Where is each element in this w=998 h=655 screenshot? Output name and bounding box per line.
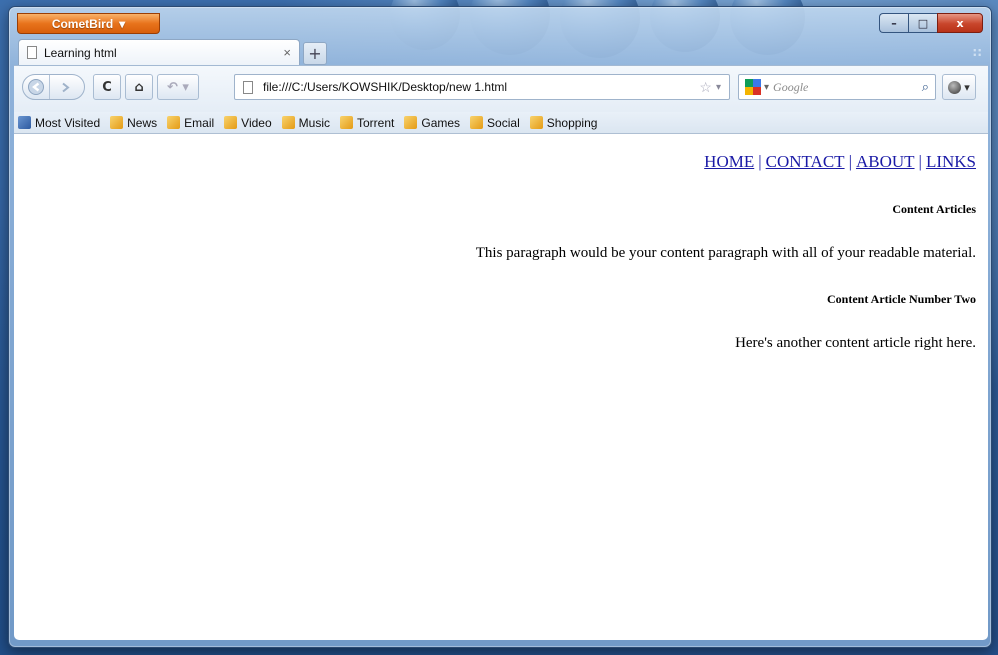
- minimize-button[interactable]: –: [879, 13, 908, 33]
- chevron-down-icon: ▾: [964, 80, 970, 94]
- bookmark-label: Video: [241, 115, 272, 130]
- bookmark-label: Most Visited: [35, 115, 101, 130]
- home-icon: ⌂: [134, 79, 144, 95]
- close-icon: x: [956, 16, 964, 30]
- rss-folder-icon: [404, 116, 418, 129]
- bookmark-email[interactable]: Email: [167, 116, 214, 130]
- rss-folder-icon: [224, 116, 238, 129]
- bookmark-games[interactable]: Games: [404, 116, 460, 130]
- home-button[interactable]: ⌂: [125, 74, 153, 100]
- bookmark-label: Social: [487, 115, 520, 130]
- link-separator: |: [918, 152, 922, 171]
- app-menu-label: CometBird: [51, 16, 114, 31]
- bookmark-label: Email: [184, 115, 215, 130]
- page-icon: [27, 46, 37, 59]
- addon-menu-button[interactable]: ▾: [942, 74, 976, 100]
- bookmark-label: News: [127, 115, 158, 130]
- search-icon[interactable]: ⌕: [922, 79, 929, 95]
- window-controls: – □ x: [879, 13, 983, 33]
- new-tab-button[interactable]: +: [303, 42, 327, 65]
- maximize-button[interactable]: □: [908, 13, 937, 33]
- bookmark-music[interactable]: Music: [281, 115, 330, 130]
- article-heading: Content Articles: [892, 202, 976, 216]
- bookmark-label: Music: [298, 115, 330, 130]
- chevron-down-icon: ▾: [119, 16, 126, 31]
- rss-folder-icon: [340, 116, 353, 129]
- link-separator: |: [848, 152, 852, 171]
- bookmark-star-icon[interactable]: ☆: [699, 79, 712, 96]
- bookmarks-toolbar: Most Visited News Email Video Music Torr…: [14, 112, 988, 134]
- app-menu-button[interactable]: CometBird ▾: [17, 13, 160, 34]
- google-engine-icon[interactable]: [745, 79, 761, 95]
- tab-list-button[interactable]: ::: [972, 45, 982, 59]
- rss-folder-icon: [529, 116, 543, 129]
- bookmark-torrent[interactable]: Torrent: [340, 116, 394, 130]
- rss-folder-icon: [167, 116, 181, 129]
- url-input[interactable]: file:///C:/Users/KOWSHIK/Desktop/new 1.h…: [263, 80, 699, 94]
- back-forward-group: [22, 74, 85, 100]
- most-visited-icon: [18, 116, 31, 129]
- chevron-down-icon[interactable]: ▾: [764, 82, 769, 93]
- maximize-icon: □: [917, 16, 929, 30]
- tab-learning-html[interactable]: Learning html ×: [18, 39, 300, 65]
- minimize-icon: –: [891, 16, 897, 30]
- back-arrow-icon[interactable]: [23, 75, 50, 99]
- rss-folder-icon: [110, 116, 124, 129]
- bookmark-video[interactable]: Video: [224, 115, 272, 130]
- article-heading: Content Article Number Two: [827, 292, 976, 306]
- bookmark-news[interactable]: News: [110, 116, 157, 130]
- link-contact[interactable]: CONTACT: [766, 152, 845, 171]
- close-window-button[interactable]: x: [937, 13, 983, 33]
- link-separator: |: [758, 152, 762, 171]
- bookmark-shopping[interactable]: Shopping: [529, 115, 598, 130]
- bookmark-most-visited[interactable]: Most Visited: [18, 116, 100, 130]
- rss-folder-icon: [281, 116, 295, 129]
- link-links[interactable]: LINKS: [926, 152, 976, 171]
- search-input[interactable]: Google: [773, 80, 922, 95]
- rss-folder-icon: [470, 116, 484, 129]
- addon-disc-icon: [948, 80, 962, 94]
- page-icon: [243, 80, 253, 94]
- article-paragraph: This paragraph would be your content par…: [475, 245, 976, 261]
- page-content: HOME | CONTACT | ABOUT | LINKS Content Article…: [14, 134, 988, 640]
- address-bar[interactable]: file:///C:/Users/KOWSHIK/Desktop/new 1.h…: [234, 74, 730, 100]
- bookmark-label: Torrent: [357, 115, 395, 130]
- tab-close-icon[interactable]: ×: [283, 45, 291, 60]
- article-paragraph: Here's another content article right her…: [735, 335, 976, 351]
- chevron-down-icon[interactable]: ▾: [716, 82, 721, 93]
- undo-close-tab-button[interactable]: ↶ ▾: [157, 74, 199, 100]
- tab-title: Learning html: [44, 45, 117, 60]
- bookmark-label: Shopping: [546, 115, 598, 130]
- page-nav-links: HOME | CONTACT | ABOUT | LINKS: [704, 152, 976, 172]
- undo-arrow-icon: ↶ ▾: [167, 79, 189, 95]
- search-bar[interactable]: ▾ Google ⌕: [738, 74, 936, 100]
- link-about[interactable]: ABOUT: [856, 152, 915, 171]
- forward-arrow-icon[interactable]: [50, 81, 80, 94]
- bookmark-label: Games: [421, 115, 461, 130]
- plus-icon: +: [308, 44, 322, 63]
- reload-icon: C: [102, 79, 112, 95]
- link-home[interactable]: HOME: [704, 152, 754, 171]
- reload-button[interactable]: C: [93, 74, 121, 100]
- bookmark-social[interactable]: Social: [470, 116, 520, 130]
